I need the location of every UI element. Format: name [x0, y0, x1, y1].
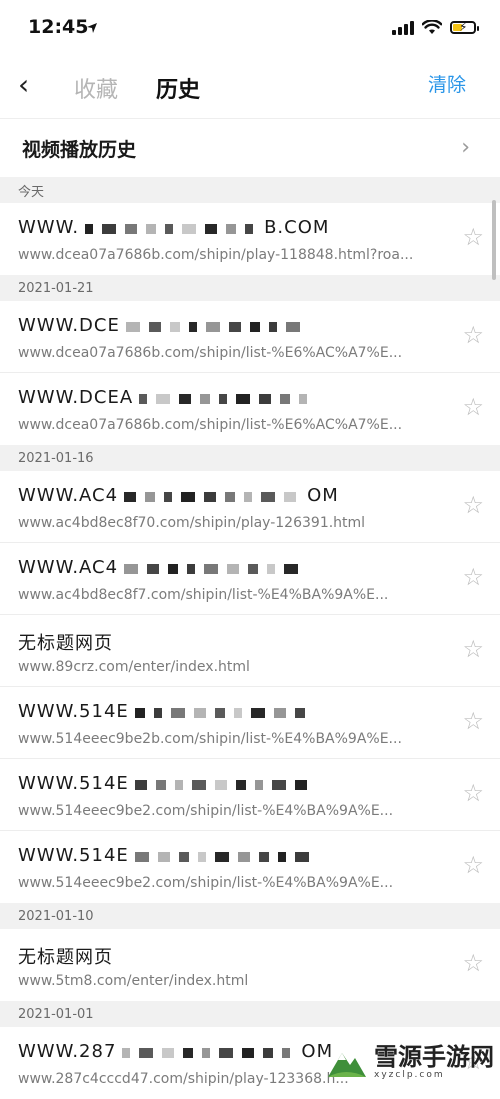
history-item-title-text: WWW.AC4 [18, 485, 119, 506]
star-outline-icon[interactable]: ☆ [462, 637, 484, 661]
history-item-title-text: WWW.514E [18, 701, 129, 722]
history-item-url: www.dcea07a7686b.com/shipin/list-%E6%AC%… [18, 345, 403, 361]
date-group-header: 2021-01-10 [0, 903, 500, 929]
tab-favorites[interactable]: 收藏 [74, 72, 118, 104]
date-group-header: 2021-01-21 [0, 275, 500, 301]
status-icons: ⚡ [392, 20, 479, 35]
star-outline-icon[interactable]: ☆ [462, 565, 484, 589]
signal-icon [392, 20, 414, 35]
chevron-right-icon: › [461, 135, 470, 160]
date-group-header: 2021-01-16 [0, 445, 500, 471]
history-item-title-text: WWW.514E [18, 773, 129, 794]
history-item-title-text: WWW.287 [18, 1041, 117, 1062]
history-item-title: WWW.AC4 [18, 557, 307, 579]
star-outline-icon[interactable]: ☆ [462, 493, 484, 517]
censored-text [134, 774, 316, 795]
censored-text [134, 846, 318, 867]
date-group-header: 今天 [0, 177, 500, 203]
star-outline-icon[interactable]: ☆ [462, 225, 484, 249]
star-outline-icon[interactable]: ☆ [462, 395, 484, 419]
history-item-title-text: WWW.DCE [18, 315, 120, 336]
clear-button[interactable]: 清除 [428, 70, 466, 97]
history-item-title: WWW.287 OM [18, 1041, 333, 1063]
history-list: 今天 WWW. B.COM www.dcea07a7686b.com/shipin/p… [0, 177, 500, 1099]
watermark-domain: xyzclp.com [374, 1070, 445, 1080]
list-item[interactable]: WWW.AC4 www.ac4bd8ec8f7.com/shipin/list-%… [0, 543, 500, 615]
list-item[interactable]: WWW.514E www.514eeec9be2b.com/shipin/list… [0, 687, 500, 759]
list-item[interactable]: WWW.DCE www.dcea07a7686b.com/shipin/list-… [0, 301, 500, 373]
back-arrow-icon[interactable]: ‹ [18, 68, 29, 101]
star-outline-icon[interactable]: ☆ [462, 853, 484, 877]
wifi-icon [422, 20, 442, 34]
censored-text [124, 486, 305, 507]
history-item-title: WWW.AC4 OM [18, 485, 339, 507]
status-time: 12:45 [28, 16, 89, 38]
history-item-title: 无标题网页 [18, 943, 113, 969]
censored-text [125, 316, 309, 337]
history-item-url: www.5tm8.com/enter/index.html [18, 973, 249, 989]
history-item-title-text: WWW. [18, 217, 80, 238]
mountain-logo-icon [328, 1053, 366, 1077]
history-item-url: www.ac4bd8ec8f7.com/shipin/list-%E4%BA%9… [18, 587, 389, 603]
history-item-title-text: 无标题网页 [18, 633, 113, 654]
watermark-name: 雪源手游网 [374, 1042, 494, 1071]
history-item-url: www.514eeec9be2.com/shipin/list-%E4%BA%9… [18, 875, 394, 891]
history-item-title-text: 无标题网页 [18, 947, 113, 968]
history-item-title: WWW.514E [18, 701, 314, 723]
list-item[interactable]: WWW.AC4 OM www.ac4bd8ec8f70.com/shipin/pla… [0, 471, 500, 543]
history-item-url: www.ac4bd8ec8f70.com/shipin/play-126391.… [18, 515, 366, 531]
battery-icon: ⚡ [450, 20, 479, 34]
scrollbar[interactable] [492, 200, 496, 280]
censored-text [134, 702, 314, 723]
censored-text [122, 1042, 299, 1063]
list-item[interactable]: 无标题网页 www.89crz.com/enter/index.html ☆ [0, 615, 500, 687]
tab-history[interactable]: 历史 [156, 72, 200, 104]
censored-text [124, 558, 307, 579]
location-arrow-icon [87, 23, 97, 33]
history-item-title-text: WWW.DCEA [18, 387, 134, 408]
history-item-url: www.dcea07a7686b.com/shipin/list-%E6%AC%… [18, 417, 403, 433]
list-item[interactable]: WWW.DCEA www.dcea07a7686b.com/shipin/list… [0, 373, 500, 445]
video-history-label: 视频播放历史 [22, 138, 137, 161]
history-item-title-text: WWW.514E [18, 845, 129, 866]
history-item-title-tail: B.COM [264, 217, 330, 238]
list-item[interactable]: WWW.514E www.514eeec9be2.com/shipin/list-… [0, 831, 500, 903]
star-outline-icon[interactable]: ☆ [462, 951, 484, 975]
history-item-title: WWW.514E [18, 773, 316, 795]
status-bar: 12:45 ⚡ [0, 0, 500, 60]
history-item-url: www.89crz.com/enter/index.html [18, 659, 250, 675]
history-item-title: WWW.DCEA [18, 387, 316, 409]
list-item[interactable]: WWW.514E www.514eeec9be2.com/shipin/list-… [0, 759, 500, 831]
list-item[interactable]: WWW. B.COM www.dcea07a7686b.com/shipin/pla… [0, 203, 500, 275]
censored-text [139, 388, 316, 409]
history-item-title: WWW.DCE [18, 315, 309, 337]
watermark: 雪源手游网 xyzclp.com [326, 1044, 494, 1080]
date-group-header: 2021-01-01 [0, 1001, 500, 1027]
censored-text [85, 218, 262, 239]
nav-bar: ‹ 收藏 历史 清除 [0, 60, 500, 119]
history-item-title-text: WWW.AC4 [18, 557, 119, 578]
star-outline-icon[interactable]: ☆ [462, 781, 484, 805]
history-item-url: www.514eeec9be2.com/shipin/list-%E4%BA%9… [18, 803, 394, 819]
video-history-entry[interactable]: 视频播放历史 › [0, 119, 500, 177]
star-outline-icon[interactable]: ☆ [462, 709, 484, 733]
history-item-title: WWW.514E [18, 845, 318, 867]
history-item-title-tail: OM [307, 485, 339, 506]
history-item-url: www.dcea07a7686b.com/shipin/play-118848.… [18, 247, 414, 263]
star-outline-icon[interactable]: ☆ [462, 323, 484, 347]
list-item[interactable]: 无标题网页 www.5tm8.com/enter/index.html ☆ [0, 929, 500, 1001]
history-item-url: www.514eeec9be2b.com/shipin/list-%E4%BA%… [18, 731, 402, 747]
history-item-title: WWW. B.COM [18, 217, 329, 239]
history-item-title: 无标题网页 [18, 629, 113, 655]
